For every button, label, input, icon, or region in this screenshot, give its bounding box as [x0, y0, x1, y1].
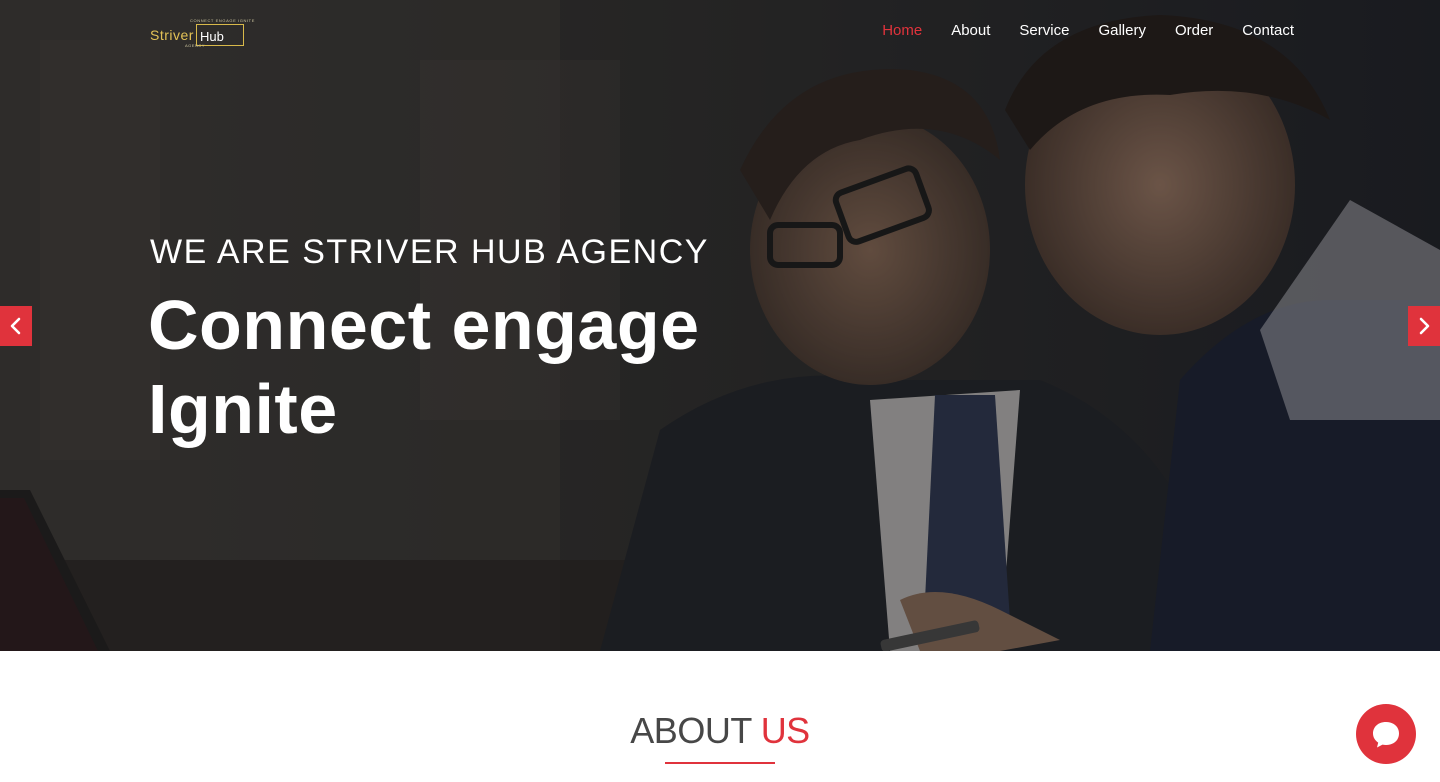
nav-gallery[interactable]: Gallery [1084, 21, 1161, 41]
nav-contact[interactable]: Contact [1228, 21, 1294, 41]
nav-order[interactable]: Order [1160, 21, 1227, 41]
logo-tagline: CONNECT ENGAGE IGNITE [190, 18, 255, 23]
slider-prev-button[interactable] [0, 306, 32, 346]
logo-sub: AGENCY [185, 43, 205, 48]
brand-logo[interactable]: CONNECT ENGAGE IGNITE Striver Hub AGENCY [150, 18, 254, 50]
hero-title: Connect engage Ignite [148, 283, 700, 451]
nav-home[interactable]: Home [868, 21, 937, 41]
slider-next-button[interactable] [1408, 306, 1440, 346]
logo-word-striver: Striver [150, 27, 194, 43]
chevron-right-icon [1419, 317, 1430, 335]
hero-slider: CONNECT ENGAGE IGNITE Striver Hub AGENCY… [0, 0, 1440, 651]
hero-kicker: WE ARE STRIVER HUB AGENCY [150, 233, 709, 271]
about-heading: ABOUT US [0, 710, 1440, 752]
hero-title-line1: Connect engage [148, 286, 700, 364]
about-heading-part1: ABOUT [630, 710, 752, 751]
main-nav: Home About Service Gallery Order Contact [868, 21, 1294, 41]
nav-about[interactable]: About [937, 21, 1005, 41]
chat-widget-button[interactable] [1356, 704, 1416, 764]
chat-bubble-icon [1373, 722, 1399, 748]
about-underline [665, 762, 775, 764]
chevron-left-icon [10, 317, 21, 335]
hero-title-line2: Ignite [148, 370, 338, 448]
nav-service[interactable]: Service [1005, 21, 1084, 41]
logo-word-hub: Hub [200, 29, 224, 44]
about-heading-part2: US [760, 710, 811, 751]
